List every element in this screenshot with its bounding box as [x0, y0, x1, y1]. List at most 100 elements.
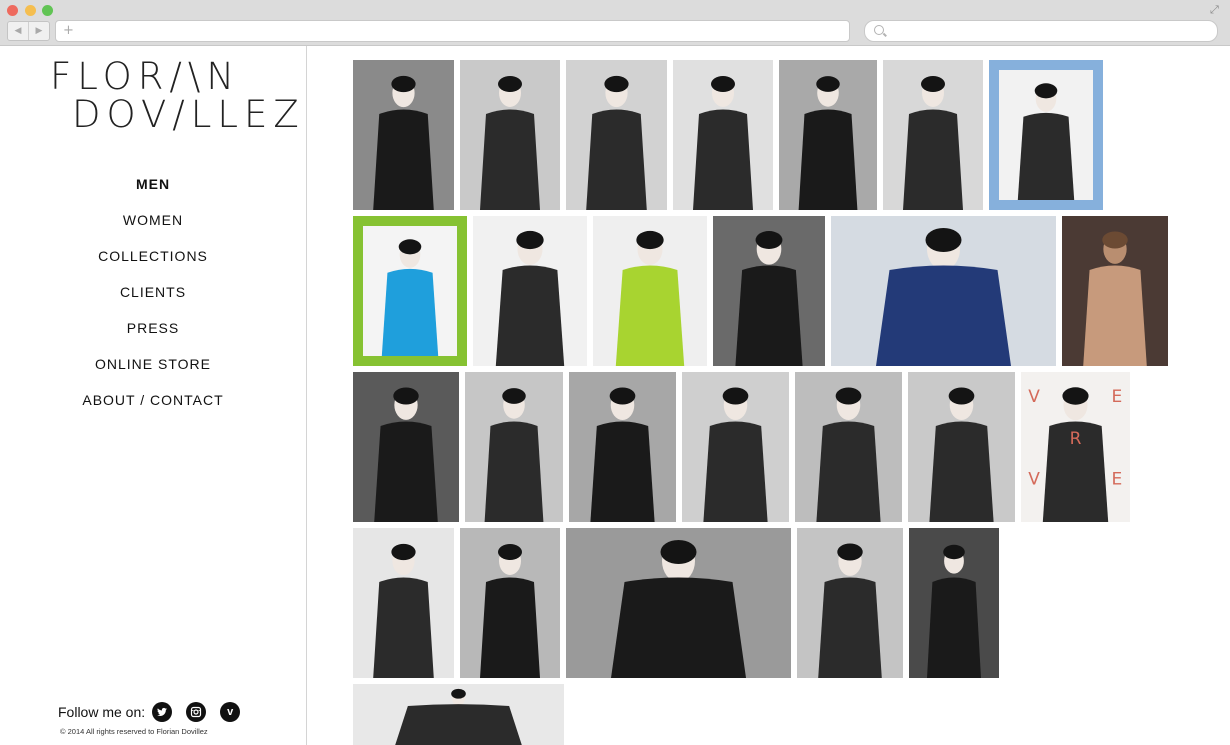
gallery-photo[interactable]	[682, 372, 789, 522]
gallery-photo[interactable]	[566, 60, 667, 210]
minimize-window-button[interactable]	[25, 5, 36, 16]
model-hair	[943, 544, 965, 560]
model-hair	[604, 75, 629, 93]
gallery-photo[interactable]	[593, 216, 707, 366]
cover-letter: V	[1028, 387, 1040, 407]
gallery-photo[interactable]	[795, 372, 902, 522]
maximize-window-button[interactable]	[42, 5, 53, 16]
gallery-photo[interactable]	[909, 528, 999, 678]
cover-letter: V	[1028, 470, 1040, 490]
photo-figure	[611, 540, 746, 678]
sidebar: FLOR/\N DOV/LLEZ MEN WOMEN COLLECTIONS C…	[0, 46, 307, 745]
model-body	[480, 577, 540, 678]
model-hair	[755, 231, 783, 249]
nav-item-collections[interactable]: COLLECTIONS	[0, 246, 306, 282]
model-body	[586, 109, 647, 210]
model-body	[1083, 265, 1147, 366]
gallery-photo[interactable]	[831, 216, 1056, 366]
nav-item-about-contact[interactable]: ABOUT / CONTACT	[0, 390, 306, 426]
model-body	[816, 421, 881, 522]
model-hair	[837, 543, 863, 561]
model-body	[495, 265, 565, 366]
forward-button[interactable]: ▶	[29, 22, 49, 40]
vimeo-icon[interactable]: v	[220, 702, 241, 722]
back-button[interactable]: ◀	[8, 22, 29, 40]
gallery-photo[interactable]	[465, 372, 563, 522]
model-body	[615, 265, 685, 366]
nav-item-clients[interactable]: CLIENTS	[0, 282, 306, 318]
twitter-icon[interactable]	[152, 702, 173, 722]
gallery-photo[interactable]	[473, 216, 587, 366]
model-body	[798, 109, 858, 210]
model-hair	[722, 387, 749, 405]
model-hair	[925, 228, 962, 252]
gallery-photo[interactable]	[673, 60, 773, 210]
model-body	[927, 577, 981, 678]
gallery-photo[interactable]	[353, 60, 454, 210]
nav-item-men[interactable]: MEN	[0, 174, 306, 210]
site-logo[interactable]: FLOR/\N DOV/LLEZ	[50, 58, 305, 134]
gallery-photo[interactable]	[713, 216, 825, 366]
model-hair	[948, 387, 975, 405]
model-body	[381, 268, 439, 356]
model-body	[1017, 112, 1075, 200]
new-tab-icon[interactable]: +	[63, 21, 74, 40]
photo-figure	[1083, 231, 1147, 366]
close-window-button[interactable]	[7, 5, 18, 16]
nav-item-women[interactable]: WOMEN	[0, 210, 306, 246]
gallery-photo[interactable]	[353, 216, 467, 366]
gallery-photo[interactable]	[779, 60, 877, 210]
photo-figure	[395, 688, 522, 745]
main-nav: MEN WOMEN COLLECTIONS CLIENTS PRESS ONLI…	[0, 174, 306, 426]
photo-figure	[703, 387, 768, 522]
model-hair	[835, 387, 862, 405]
model-hair	[1062, 387, 1089, 405]
model-hair	[1102, 231, 1128, 249]
photo-figure	[818, 543, 882, 678]
photo-figure	[374, 387, 438, 522]
photo-figure	[876, 228, 1011, 366]
gallery-photo[interactable]	[353, 372, 459, 522]
gallery-photo[interactable]	[797, 528, 903, 678]
gallery-photo[interactable]	[353, 528, 454, 678]
gallery-photo[interactable]	[353, 684, 564, 745]
model-body	[480, 109, 540, 210]
gallery-photo[interactable]	[1062, 216, 1168, 366]
search-input[interactable]	[864, 20, 1218, 42]
gallery-photo[interactable]	[460, 60, 560, 210]
model-hair	[636, 230, 664, 250]
model-body	[611, 577, 746, 678]
model-hair	[451, 688, 466, 699]
instagram-icon[interactable]	[186, 702, 207, 722]
gallery-photo[interactable]	[460, 528, 560, 678]
gallery-photo[interactable]	[883, 60, 983, 210]
model-hair	[498, 544, 522, 560]
photo-figure	[480, 76, 540, 210]
model-body	[693, 109, 753, 210]
photo-figure: V E R V E	[1028, 387, 1122, 522]
social-follow: Follow me on: v	[58, 702, 254, 722]
photo-figure	[590, 387, 655, 522]
photo-figure	[586, 75, 647, 210]
nav-item-online-store[interactable]: ONLINE STORE	[0, 354, 306, 390]
model-hair	[1034, 83, 1058, 99]
photo-figure	[798, 76, 858, 210]
model-hair	[816, 76, 840, 92]
gallery-photo[interactable]	[989, 60, 1103, 210]
nav-item-press[interactable]: PRESS	[0, 318, 306, 354]
gallery-photo[interactable]	[569, 372, 676, 522]
model-body	[590, 421, 655, 522]
model-hair	[711, 76, 735, 92]
model-body	[735, 265, 803, 366]
photo-figure	[484, 388, 544, 522]
gallery-photo[interactable]: V E R V E	[1021, 372, 1130, 522]
fullscreen-icon[interactable]: ⤢	[1210, 4, 1222, 16]
photo-figure	[929, 387, 994, 522]
search-icon	[874, 25, 884, 35]
gallery-photo[interactable]	[566, 528, 791, 678]
address-bar[interactable]: +	[55, 20, 850, 42]
photo-figure	[693, 76, 753, 210]
model-body	[373, 577, 434, 678]
gallery-photo[interactable]	[908, 372, 1015, 522]
model-body	[929, 421, 994, 522]
